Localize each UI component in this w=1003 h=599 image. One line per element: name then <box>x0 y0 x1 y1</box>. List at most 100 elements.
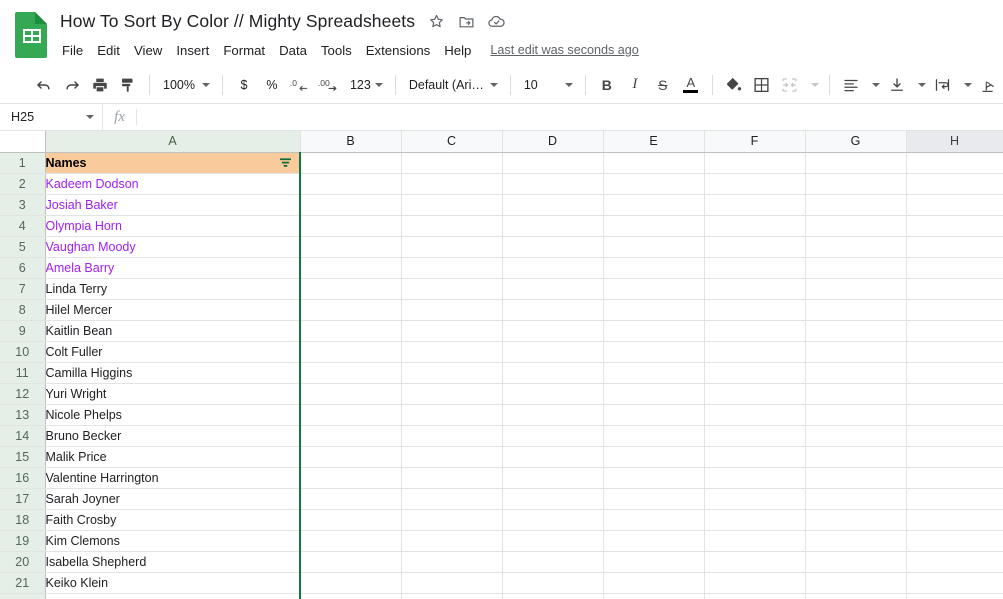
cell-e15[interactable] <box>603 446 705 468</box>
cell-e9[interactable] <box>603 320 705 342</box>
table-row[interactable]: 4 Olympia Horn <box>0 215 1003 237</box>
cell-f9[interactable] <box>704 320 806 342</box>
table-row[interactable]: 7 Linda Terry <box>0 278 1003 300</box>
cell-g19[interactable] <box>805 530 907 552</box>
cell-g9[interactable] <box>805 320 907 342</box>
cell-a2[interactable]: Kadeem Dodson <box>45 173 301 195</box>
menu-item-format[interactable]: Format <box>216 41 272 60</box>
table-row[interactable]: 22 <box>0 593 1003 599</box>
cell-g16[interactable] <box>805 467 907 489</box>
cell-e14[interactable] <box>603 425 705 447</box>
cell-c5[interactable] <box>401 236 503 258</box>
last-edit-status[interactable]: Last edit was seconds ago <box>490 43 638 57</box>
cell-a4[interactable]: Olympia Horn <box>45 215 301 237</box>
cell-b5[interactable] <box>300 236 402 258</box>
table-row[interactable]: 14 Bruno Becker <box>0 425 1003 447</box>
cell-h10[interactable] <box>906 341 1003 363</box>
cell-g17[interactable] <box>805 488 907 510</box>
cell-b4[interactable] <box>300 215 402 237</box>
cell-a9[interactable]: Kaitlin Bean <box>45 320 301 342</box>
cell-b18[interactable] <box>300 509 402 531</box>
table-row[interactable]: 21 Keiko Klein <box>0 572 1003 594</box>
cell-c13[interactable] <box>401 404 503 426</box>
cell-d10[interactable] <box>502 341 604 363</box>
cell-h11[interactable] <box>906 362 1003 384</box>
cell-d21[interactable] <box>502 572 604 594</box>
cell-g10[interactable] <box>805 341 907 363</box>
cell-a5[interactable]: Vaughan Moody <box>45 236 301 258</box>
table-row[interactable]: 1 Names <box>0 152 1003 174</box>
row-header-3[interactable]: 3 <box>0 194 46 216</box>
cell-a14[interactable]: Bruno Becker <box>45 425 301 447</box>
cell-c15[interactable] <box>401 446 503 468</box>
cell-b6[interactable] <box>300 257 402 279</box>
menu-item-extensions[interactable]: Extensions <box>359 41 438 60</box>
cell-h4[interactable] <box>906 215 1003 237</box>
row-header-6[interactable]: 6 <box>0 257 46 279</box>
cell-e20[interactable] <box>603 551 705 573</box>
table-row[interactable]: 17 Sarah Joyner <box>0 488 1003 510</box>
row-header-4[interactable]: 4 <box>0 215 46 237</box>
cell-e1[interactable] <box>603 152 705 174</box>
row-header-5[interactable]: 5 <box>0 236 46 258</box>
cell-a1-header[interactable]: Names <box>45 152 301 174</box>
cell-g8[interactable] <box>805 299 907 321</box>
cell-f21[interactable] <box>704 572 806 594</box>
cell-g15[interactable] <box>805 446 907 468</box>
cell-g14[interactable] <box>805 425 907 447</box>
cell-h17[interactable] <box>906 488 1003 510</box>
cell-h8[interactable] <box>906 299 1003 321</box>
cell-b12[interactable] <box>300 383 402 405</box>
cell-d2[interactable] <box>502 173 604 195</box>
cell-d14[interactable] <box>502 425 604 447</box>
italic-button[interactable]: I <box>621 71 649 99</box>
bold-button[interactable]: B <box>593 71 621 99</box>
cell-c14[interactable] <box>401 425 503 447</box>
cell-d5[interactable] <box>502 236 604 258</box>
cell-d4[interactable] <box>502 215 604 237</box>
cell-d13[interactable] <box>502 404 604 426</box>
cell-g4[interactable] <box>805 215 907 237</box>
print-icon[interactable] <box>86 71 114 99</box>
menu-item-insert[interactable]: Insert <box>169 41 216 60</box>
cell-e2[interactable] <box>603 173 705 195</box>
cell-b7[interactable] <box>300 278 402 300</box>
cell-g2[interactable] <box>805 173 907 195</box>
cell-h22[interactable] <box>906 593 1003 599</box>
cell-a21[interactable]: Keiko Klein <box>45 572 301 594</box>
text-wrap-icon[interactable] <box>929 71 957 99</box>
undo-icon[interactable] <box>30 71 58 99</box>
cell-b13[interactable] <box>300 404 402 426</box>
cell-a12[interactable]: Yuri Wright <box>45 383 301 405</box>
menu-item-tools[interactable]: Tools <box>314 41 359 60</box>
number-format-control[interactable]: 123 <box>344 72 388 98</box>
cell-b9[interactable] <box>300 320 402 342</box>
select-all-corner[interactable] <box>0 131 46 153</box>
cell-c7[interactable] <box>401 278 503 300</box>
cell-g21[interactable] <box>805 572 907 594</box>
cell-g12[interactable] <box>805 383 907 405</box>
cell-d19[interactable] <box>502 530 604 552</box>
cell-c16[interactable] <box>401 467 503 489</box>
cell-f17[interactable] <box>704 488 806 510</box>
table-row[interactable]: 20 Isabella Shepherd <box>0 551 1003 573</box>
row-header-9[interactable]: 9 <box>0 320 46 342</box>
cell-a10[interactable]: Colt Fuller <box>45 341 301 363</box>
cell-a6[interactable]: Amela Barry <box>45 257 301 279</box>
cell-e22[interactable] <box>603 593 705 599</box>
row-header-15[interactable]: 15 <box>0 446 46 468</box>
cell-c21[interactable] <box>401 572 503 594</box>
menu-item-help[interactable]: Help <box>437 41 478 60</box>
cell-b22[interactable] <box>300 593 402 599</box>
cell-c22[interactable] <box>401 593 503 599</box>
table-row[interactable]: 8 Hilel Mercer <box>0 299 1003 321</box>
cell-f7[interactable] <box>704 278 806 300</box>
paint-format-icon[interactable] <box>114 71 142 99</box>
row-header-1[interactable]: 1 <box>0 152 46 174</box>
cell-b16[interactable] <box>300 467 402 489</box>
row-header-7[interactable]: 7 <box>0 278 46 300</box>
cell-h14[interactable] <box>906 425 1003 447</box>
cell-f13[interactable] <box>704 404 806 426</box>
table-row[interactable]: 12 Yuri Wright <box>0 383 1003 405</box>
cell-a13[interactable]: Nicole Phelps <box>45 404 301 426</box>
